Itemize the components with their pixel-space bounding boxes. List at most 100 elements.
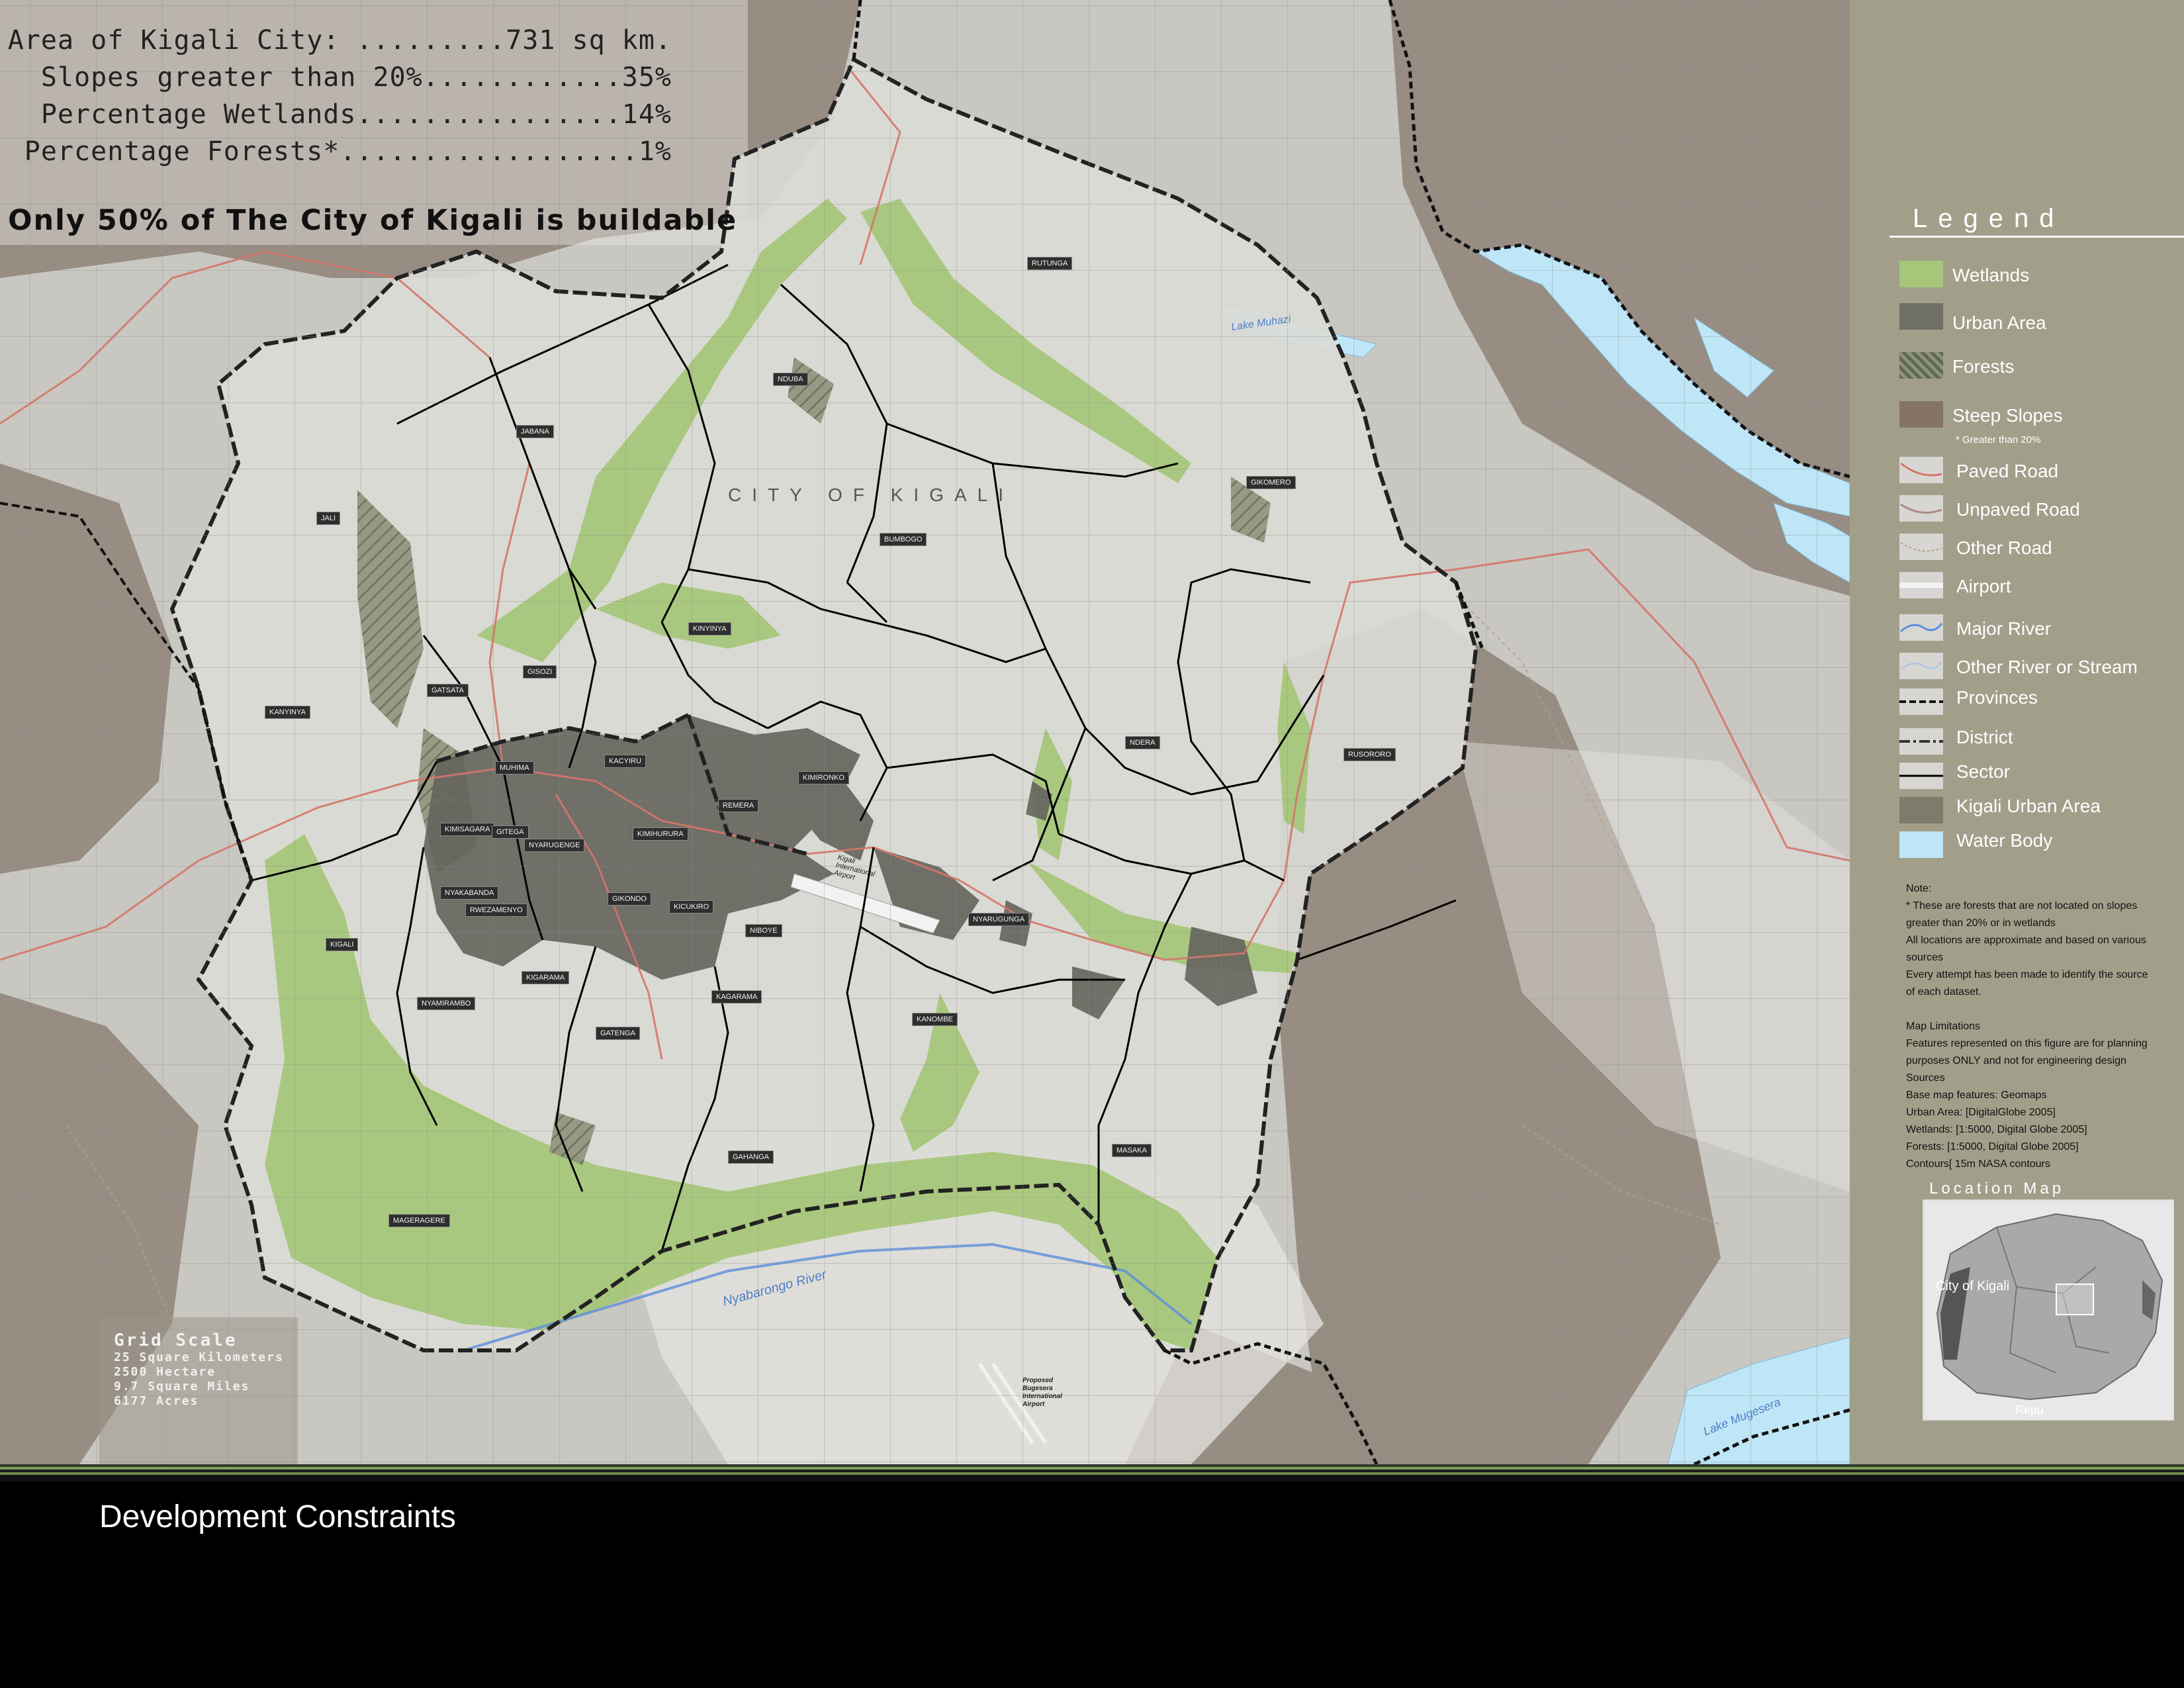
sector-label-ndera[interactable]: NDERA	[1125, 736, 1160, 749]
sector-label-nyakabanda[interactable]: NYAKABANDA	[440, 886, 499, 900]
legend-label: Other Road	[1956, 538, 2052, 558]
sector-label-rusororo[interactable]: RUSORORO	[1343, 748, 1396, 761]
legend-label: Water Body	[1956, 830, 2053, 851]
sector-label-gitega[interactable]: GITEGA	[492, 825, 529, 839]
sector-line-icon	[1899, 774, 1943, 777]
city-title: CITY OF KIGALI	[728, 485, 1014, 505]
sector-label-kimironko[interactable]: KIMIRONKO	[798, 771, 849, 784]
sector-label-gisozi[interactable]: GISOZI	[523, 665, 557, 679]
sector-label-jali[interactable]: JALI	[316, 512, 341, 525]
provinces-line-icon	[1899, 700, 1943, 703]
rwanda-country-shape	[1936, 1213, 2163, 1401]
sector-label-rwezamenyo[interactable]: RWEZAMENYO	[465, 904, 527, 917]
proposed-airport-label: Proposed Bugesera International Airport	[1023, 1377, 1062, 1409]
legend-label: Paved Road	[1956, 461, 2059, 481]
note-line: purposes ONLY and not for engineering de…	[1906, 1055, 2126, 1066]
provinces-swatch	[1899, 688, 1943, 715]
legend-label: Wetlands	[1952, 265, 2030, 285]
sector-label-muhima[interactable]: MUHIMA	[495, 761, 534, 774]
footer: Development Constraints	[0, 1481, 2184, 1688]
headline: Only 50% of The City of Kigali is builda…	[8, 204, 738, 237]
proposed-airport-label-line: Airport	[1023, 1401, 1045, 1408]
map-notes: Note: * These are forests that are not l…	[1906, 880, 2171, 1173]
paved-road-line-icon	[1900, 462, 1942, 477]
sector-label-nyamirambo[interactable]: NYAMIRAMBO	[417, 997, 476, 1010]
wetlands-swatch	[1899, 261, 1943, 287]
urban-area-swatch	[1899, 303, 1943, 330]
sector-label-mageragere[interactable]: MAGERAGERE	[388, 1214, 450, 1227]
grid-scale-line: 25 Square Kilometers	[114, 1350, 284, 1364]
note-line: Contours[ 15m NASA contours	[1906, 1158, 2050, 1170]
map-area[interactable]: Total Area of Kigali City: .........731 …	[0, 0, 1850, 1464]
note-line	[1906, 1001, 2171, 1018]
location-map: City of Kigali Repu	[1923, 1199, 2174, 1421]
sector-label-remera[interactable]: REMERA	[718, 799, 759, 812]
note-line: Note:	[1906, 883, 1932, 894]
legend-divider	[1889, 236, 2184, 238]
sector-label-gahanga[interactable]: GAHANGA	[728, 1150, 774, 1164]
sector-label-bumbogo[interactable]: BUMBOGO	[880, 533, 927, 546]
note-line: Map Limitations	[1906, 1021, 1981, 1032]
note-line: Features represented on this figure are …	[1906, 1038, 2148, 1049]
airport-runway-icon	[1899, 583, 1943, 588]
other-river-line-icon	[1900, 661, 1942, 671]
other-road-swatch	[1899, 534, 1943, 560]
major-river-line-icon	[1900, 623, 1943, 633]
forests-swatch	[1899, 352, 1943, 379]
legend-label: Other River or Stream	[1956, 657, 2138, 677]
sector-label-kinyinya[interactable]: KINYINYA	[688, 622, 731, 635]
sector-label-rutunga[interactable]: RUTUNGA	[1027, 257, 1073, 270]
kigali-urban-area-swatch	[1899, 797, 1943, 823]
other-river-swatch	[1899, 653, 1943, 679]
grid-scale-line: 9.7 Square Miles	[114, 1380, 250, 1393]
sector-label-kicukiro[interactable]: KICUKIRO	[669, 900, 714, 914]
sector-label-nyarugunga[interactable]: NYARUGUNGA	[968, 913, 1030, 926]
sector-label-masaka[interactable]: MASAKA	[1112, 1144, 1152, 1157]
location-map-cut-label: Repu	[2015, 1403, 2044, 1417]
sector-label-kanombe[interactable]: KANOMBE	[912, 1013, 958, 1026]
airport-swatch	[1899, 572, 1943, 598]
legend-label: Major River	[1956, 618, 2052, 639]
location-map-graphic	[1924, 1201, 2173, 1419]
unpaved-road-line-icon	[1900, 503, 1942, 514]
sector-label-gikondo[interactable]: GIKONDO	[608, 892, 651, 906]
sector-label-kimihurura[interactable]: KIMIHURURA	[633, 827, 688, 841]
sector-label-gatsata[interactable]: GATSATA	[427, 684, 469, 697]
grid-scale-line: 2500 Hectare	[114, 1365, 216, 1379]
sector-label-gatenga[interactable]: GATENGA	[596, 1027, 640, 1040]
sector-label-kagarama[interactable]: KAGARAMA	[711, 990, 762, 1004]
stat-forests: Percentage Forests*..................1%	[24, 136, 672, 167]
legend-label: Provinces	[1956, 687, 2038, 708]
other-road-line-icon	[1900, 542, 1942, 552]
sector-label-kigali[interactable]: KIGALI	[326, 938, 359, 951]
sector-label-gikomero[interactable]: GIKOMERO	[1246, 476, 1296, 489]
note-line: greater than 20% or in wetlands	[1906, 917, 2056, 929]
sector-label-kanyinya[interactable]: KANYINYA	[265, 706, 310, 719]
legend-label: Kigali Urban Area	[1956, 796, 2101, 816]
sector-label-kacyiru[interactable]: KACYIRU	[604, 755, 646, 768]
proposed-airport-label-line: Proposed	[1023, 1377, 1054, 1384]
location-map-title: Location Map	[1929, 1180, 2065, 1197]
legend-label: Sector	[1956, 761, 2010, 782]
sector-label-jabana[interactable]: JABANA	[516, 425, 554, 438]
water-body-swatch	[1899, 831, 1943, 858]
sector-label-kimisagara[interactable]: KIMISAGARA	[440, 823, 495, 836]
legend-label: Urban Area	[1952, 312, 2046, 333]
grid-scale: Grid Scale 25 Square Kilometers 2500 Hec…	[114, 1331, 284, 1409]
sector-label-nduba[interactable]: NDUBA	[773, 373, 808, 386]
paved-road-swatch	[1899, 457, 1943, 483]
district-swatch	[1899, 728, 1943, 755]
sector-label-niboye[interactable]: NIBOYE	[745, 924, 782, 937]
grid-scale-line: 6177 Acres	[114, 1394, 199, 1408]
footer-title: Development Constraints	[99, 1499, 456, 1534]
note-line: Forests: [1:5000, Digital Globe 2005]	[1906, 1141, 2079, 1152]
grid-scale-heading: Grid Scale	[114, 1331, 238, 1350]
sector-label-kigarama[interactable]: KIGARAMA	[522, 971, 570, 984]
unpaved-road-swatch	[1899, 495, 1943, 522]
kigali-location-box	[2056, 1284, 2094, 1315]
note-line: * These are forests that are not located…	[1906, 900, 2138, 912]
sector-label-nyarugenge[interactable]: NYARUGENGE	[524, 839, 585, 852]
note-line: of each dataset.	[1906, 986, 1981, 998]
legend-label: Airport	[1956, 576, 2011, 596]
legend-title: Legend	[1913, 204, 2065, 233]
